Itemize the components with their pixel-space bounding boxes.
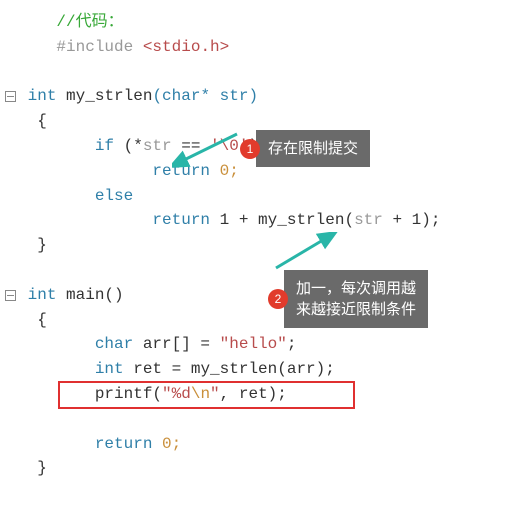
code-line: int ret = my_strlen(arr);	[4, 357, 523, 382]
code-line: #include <stdio.h>	[4, 35, 523, 60]
kw-return: return	[95, 435, 153, 453]
code-line: //代码：	[4, 10, 523, 35]
fn-params: (char* str)	[152, 87, 258, 105]
callout-text: 加一，每次调用越 来越接近限制条件	[284, 270, 428, 328]
blank-line	[4, 258, 523, 283]
code-line: int main()	[4, 283, 523, 308]
kw-return: return	[152, 211, 210, 229]
kw-int: int	[28, 87, 57, 105]
fold-toggle-icon[interactable]	[5, 91, 16, 102]
close-brace: }	[37, 459, 47, 477]
include-header: <stdio.h>	[143, 38, 229, 56]
close-brace: }	[37, 236, 47, 254]
string-literal: "hello"	[220, 335, 287, 353]
fn-printf: printf(	[95, 385, 162, 403]
code-line: char arr[] = "hello";	[4, 332, 523, 357]
fn-name-main: main()	[56, 286, 123, 304]
blank-line	[4, 407, 523, 432]
callout-text: 存在限制提交	[256, 130, 370, 167]
kw-int: int	[28, 286, 57, 304]
code-line: }	[4, 233, 523, 258]
code-line: }	[4, 456, 523, 481]
callout-1: 1 存在限制提交	[240, 130, 370, 167]
callout-number-icon: 2	[268, 289, 288, 309]
open-brace: {	[37, 112, 47, 130]
kw-char: char	[95, 335, 133, 353]
code-line: {	[4, 308, 523, 333]
ident-str: str	[143, 137, 172, 155]
kw-int: int	[95, 360, 124, 378]
code-line: else	[4, 184, 523, 209]
code-line: return 1 + my_strlen(str + 1);	[4, 208, 523, 233]
callout-2: 2 加一，每次调用越 来越接近限制条件	[268, 270, 428, 328]
open-brace: {	[37, 311, 47, 329]
ident-str: str	[354, 211, 383, 229]
kw-else: else	[95, 187, 133, 205]
blank-line	[4, 60, 523, 85]
callout-number-icon: 1	[240, 139, 260, 159]
code-editor: //代码： #include <stdio.h> int my_strlen(c…	[0, 0, 523, 481]
kw-return: return	[152, 162, 210, 180]
code-line: printf("%d\n", ret);	[4, 382, 523, 407]
ret-decl: ret = my_strlen(arr);	[124, 360, 335, 378]
comment-text: //代码：	[56, 13, 123, 31]
code-line: int my_strlen(char* str)	[4, 84, 523, 109]
preproc-include: #include	[56, 38, 133, 56]
kw-if: if	[95, 137, 114, 155]
code-line: return 0;	[4, 432, 523, 457]
fold-toggle-icon[interactable]	[5, 290, 16, 301]
fn-name-strlen: my_strlen	[66, 87, 152, 105]
